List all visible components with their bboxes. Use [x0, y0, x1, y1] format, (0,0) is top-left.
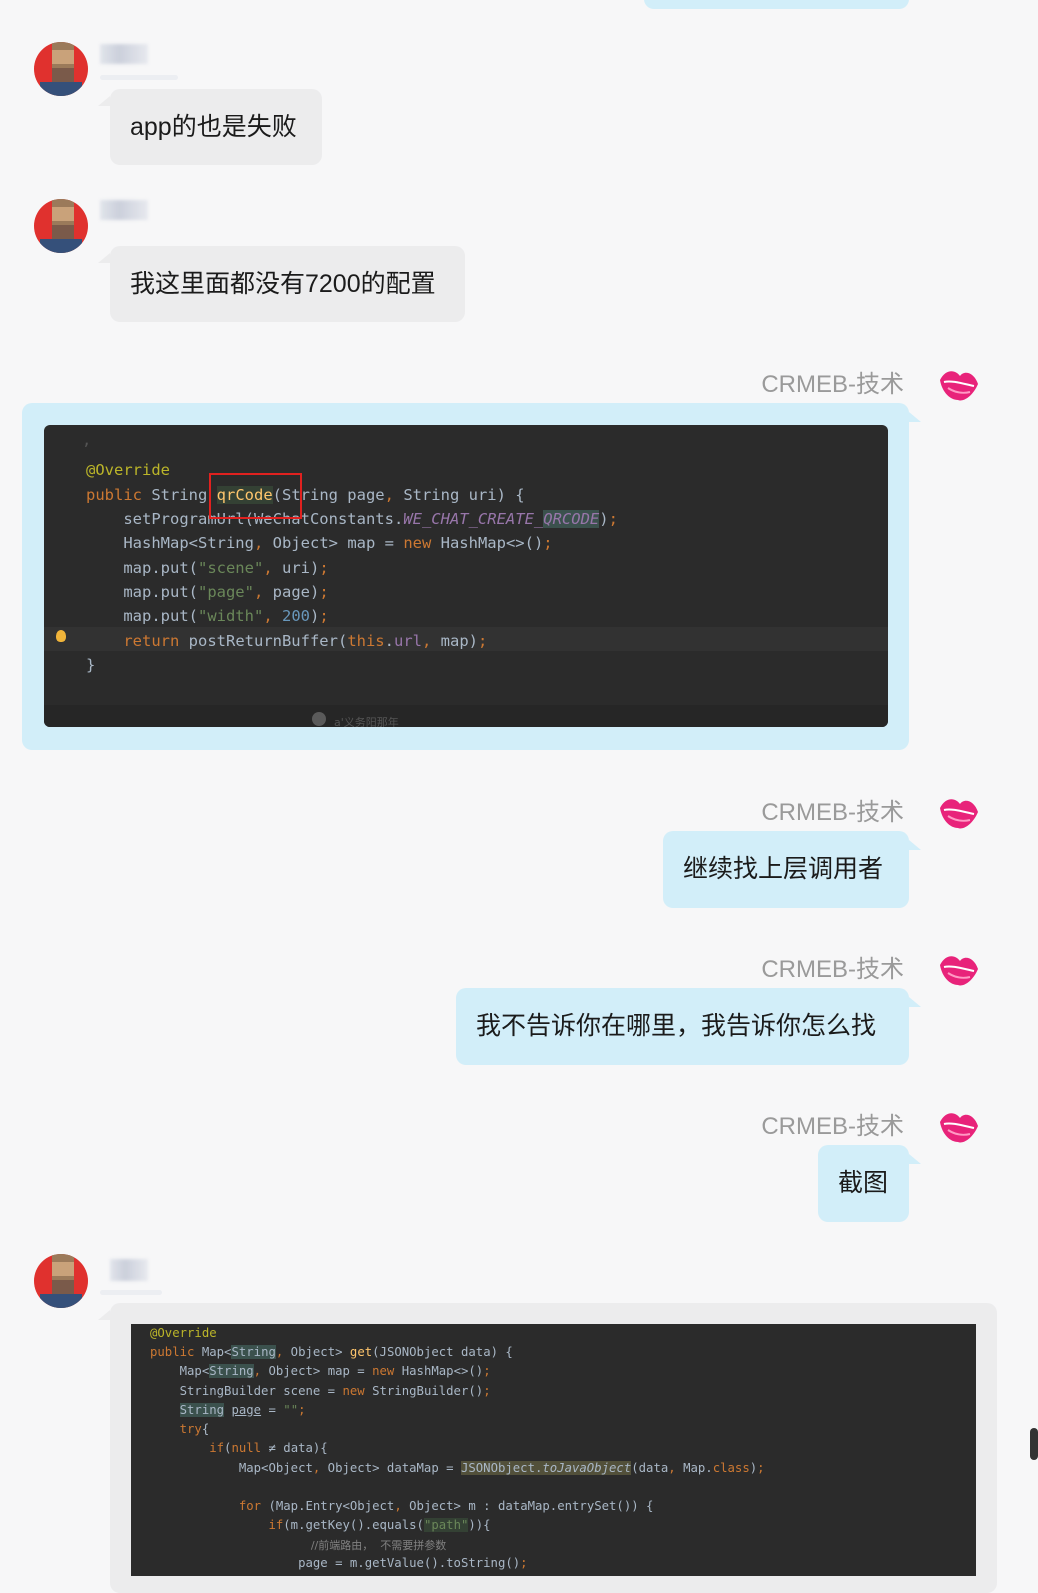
message-bubble[interactable]: 截图 [818, 1145, 909, 1222]
message-text: 继续找上层调用者 [683, 855, 884, 883]
message-text: 我这里面都没有7200的配置 [130, 270, 436, 298]
overlay-text: a'义务阳那年 [334, 716, 399, 727]
code-screenshot[interactable]: @Override public Map<String, Object> get… [131, 1324, 976, 1576]
lips-avatar-icon[interactable] [936, 1104, 982, 1150]
code-screenshot[interactable]: , @Override public String qrCode(String … [44, 425, 888, 727]
partial-bubble-top [644, 0, 909, 9]
sender-name: CRMEB-技术 [761, 371, 904, 398]
lips-avatar-icon[interactable] [936, 362, 982, 408]
message-bubble[interactable]: 我这里面都没有7200的配置 [110, 246, 465, 322]
lips-avatar-icon[interactable] [936, 790, 982, 836]
highlight-box [209, 473, 302, 519]
sender-meta-blurred [100, 75, 178, 80]
message-bubble[interactable]: 我不告诉你在哪里，我告诉你怎么找 [456, 988, 909, 1065]
scrollbar[interactable] [1030, 1428, 1038, 1460]
message-text: 我不告诉你在哪里，我告诉你怎么找 [476, 1012, 877, 1040]
sender-name: CRMEB-技术 [761, 956, 904, 983]
avatar[interactable] [34, 42, 88, 96]
avatar[interactable] [34, 199, 88, 253]
lips-avatar-icon[interactable] [936, 947, 982, 993]
message-bubble[interactable]: app的也是失败 [110, 89, 322, 165]
sender-meta-blurred [100, 1290, 162, 1295]
sender-name-blurred [100, 44, 148, 64]
avatar[interactable] [34, 1254, 88, 1308]
lightbulb-icon [56, 630, 66, 642]
sender-name: CRMEB-技术 [761, 1113, 904, 1140]
sender-name-blurred [110, 1259, 148, 1281]
sender-name: CRMEB-技术 [761, 799, 904, 826]
message-text: 截图 [838, 1169, 889, 1197]
message-bubble[interactable]: 继续找上层调用者 [663, 831, 909, 908]
sender-name-blurred [100, 200, 148, 220]
message-text: app的也是失败 [130, 113, 297, 141]
overlay-icon [312, 712, 326, 726]
